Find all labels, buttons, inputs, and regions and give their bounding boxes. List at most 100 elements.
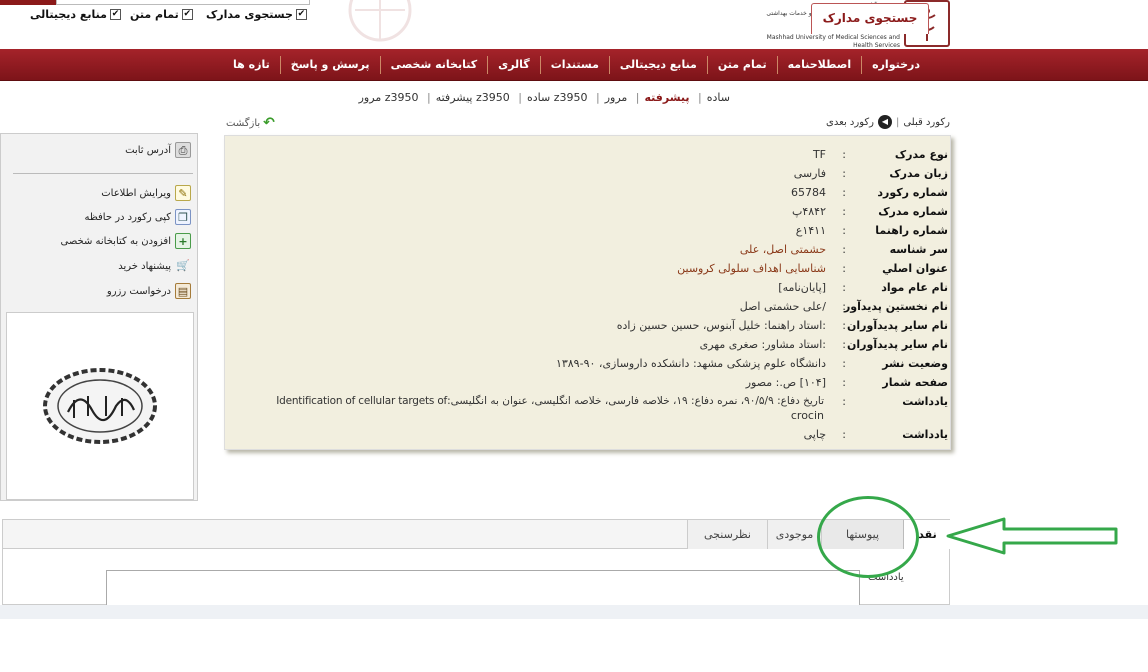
checkbox-icon[interactable]: ✔ <box>295 9 307 20</box>
copy-record-label: کپی رکورد در حافظه <box>84 211 171 223</box>
title-link[interactable]: شناسایی اهداف سلولی کروسین <box>256 262 826 275</box>
field-label: شماره راهنما <box>875 224 948 237</box>
annotation-arrow-icon <box>946 517 1118 555</box>
search-input[interactable] <box>56 0 310 5</box>
checkbox-full-text[interactable]: ✔ تمام متن <box>130 8 193 21</box>
record-cover-image <box>6 312 194 500</box>
prev-record-link[interactable]: رکورد قبلی <box>903 117 950 128</box>
record-row-note: يادداشت : تاریخ دفاع: ۹۰/۵/۹، نمره دفاع:… <box>225 395 952 427</box>
edit-record-label: ویرایش اطلاعات <box>101 187 171 199</box>
checkbox-icon[interactable]: ✔ <box>109 9 121 20</box>
subnav-z3950-simple[interactable]: z3950 ساده <box>527 91 588 104</box>
field-colon: : <box>842 376 846 389</box>
author-link[interactable]: حشمتی اصل، علی <box>256 243 826 256</box>
field-label: نوع مدرک <box>894 148 948 161</box>
subnav-browse[interactable]: مرور <box>605 91 628 104</box>
field-colon: : <box>842 224 846 237</box>
tab-stock[interactable]: موجودی <box>767 520 821 549</box>
field-value: فارسی <box>793 167 826 180</box>
permalink-link[interactable]: ⎙ آدرس ثابت <box>125 142 191 158</box>
field-colon: : <box>842 428 846 441</box>
copy-record-link[interactable]: ❐ کپی رکورد در حافظه <box>84 209 191 225</box>
subnav-separator: | <box>635 91 640 104</box>
checkbox-icon[interactable]: ✔ <box>181 9 193 20</box>
record-row-document-number: شماره مدرک : ۴۸۴۲پ <box>225 205 952 224</box>
back-arrow-icon: ↶ <box>263 115 275 131</box>
permalink-label: آدرس ثابت <box>125 144 171 156</box>
field-label: صفحه شمار <box>882 376 948 389</box>
subnav-separator: | <box>698 91 702 104</box>
next-record-arrow-icon[interactable]: ◀ <box>877 115 892 129</box>
reserve-book-icon: ▤ <box>175 283 191 299</box>
copy-document-icon: ❐ <box>175 209 191 225</box>
nav-item-gallery[interactable]: گالری <box>487 56 540 74</box>
field-value: 65784 <box>791 186 826 199</box>
field-value: [۱۰۴] ص.: مصور <box>745 376 826 389</box>
field-value: [پایان‌نامه] <box>778 281 826 294</box>
edit-record-link[interactable]: ✎ ویرایش اطلاعات <box>101 185 191 201</box>
field-label: زبان مدرک <box>889 167 948 180</box>
subnav-separator: | <box>595 91 600 104</box>
nav-item-faq[interactable]: پرسش و پاسخ <box>279 56 380 74</box>
record-row-main-entry: سر شناسه : حشمتی اصل، علی <box>225 243 952 262</box>
record-row-title: عنوان اصلي : شناسایی اهداف سلولی کروسین <box>225 262 952 281</box>
subnav-z3950-browse[interactable]: z3950 مرور <box>359 91 419 104</box>
checkbox-digital-resources[interactable]: ✔ منابع دیجیتالی <box>30 8 121 21</box>
next-record-link[interactable]: رکورد بعدی <box>826 117 874 128</box>
main-navbar: درختواره اصطلاحنامه تمام متن منابع دیجیت… <box>0 49 1148 81</box>
field-value: /علی حشمتی اصل <box>739 300 826 313</box>
purchase-suggestion-label: پیشنهاد خرید <box>118 260 171 272</box>
subnav-z3950-advanced[interactable]: z3950 پیشرفته <box>436 91 510 104</box>
reserve-request-link[interactable]: ▤ درخواست رزرو <box>107 283 191 299</box>
field-label: نام نخستين پديدآور <box>843 300 948 313</box>
back-link[interactable]: بازگشت ↶ <box>226 115 275 131</box>
nav-item-thesaurus[interactable]: اصطلاحنامه <box>776 56 862 74</box>
tab-survey[interactable]: نظرسنجی <box>687 520 767 549</box>
nav-item-tree[interactable]: درختواره <box>861 56 930 74</box>
field-label: نام عام مواد <box>881 281 948 294</box>
checkbox-label: جستجوی مدارک <box>206 8 293 21</box>
record-row-other-authors: نام ساير پديدآوران : :استاد راهنما: خلیل… <box>225 319 952 338</box>
nav-item-authorities[interactable]: مستندات <box>539 56 609 74</box>
record-row-publication: وضعيت نشر : دانشگاه علوم پزشکی مشهد: دان… <box>225 357 952 376</box>
purchase-suggestion-link[interactable]: 🛒 پیشنهاد خرید <box>118 258 191 274</box>
subnav-separator: | <box>518 91 522 104</box>
field-value: TF <box>812 148 826 161</box>
header: ✔ جستجوی مدارک ✔ تمام متن ✔ منابع دیجیتا… <box>0 0 1148 52</box>
field-colon: : <box>842 205 846 218</box>
print-icon: ⎙ <box>175 142 191 158</box>
record-nav-separator: | <box>895 116 900 128</box>
nav-item-personal-library[interactable]: کتابخانه شخصی <box>379 56 488 74</box>
add-to-library-link[interactable]: + افزودن به کتابخانه شخصی <box>61 233 191 249</box>
calligraphy-seal-icon <box>43 368 157 444</box>
edit-pencil-icon: ✎ <box>175 185 191 201</box>
field-value: :استاد راهنما: خلیل آبنوس، حسین حسین زاد… <box>616 319 826 332</box>
nav-item-fulltext[interactable]: تمام متن <box>706 56 777 74</box>
watermark-emblem-icon <box>348 0 412 42</box>
record-row-call-number: شماره راهنما : ۱۴۱۱ع <box>225 224 952 243</box>
field-colon: : <box>842 167 846 180</box>
nav-item-search-documents[interactable]: جستجوی مدارک <box>811 3 929 34</box>
field-value-continued: crocin <box>790 409 824 422</box>
field-value: چاپی <box>803 428 826 441</box>
notes-textarea[interactable] <box>106 570 860 610</box>
field-label: نام ساير پديدآوران <box>847 319 948 332</box>
field-colon: : <box>842 262 846 275</box>
subnav-simple[interactable]: ساده <box>707 91 730 104</box>
record-row-record-number: شماره رکورد : 65784 <box>225 186 952 205</box>
field-label: عنوان اصلي <box>882 262 948 275</box>
field-colon: : <box>842 357 846 370</box>
nav-item-new-items[interactable]: تازه ها <box>223 56 280 74</box>
add-to-library-label: افزودن به کتابخانه شخصی <box>60 235 171 247</box>
field-value: دانشگاه علوم پزشکی مشهد: دانشکده داروساز… <box>555 357 826 370</box>
nav-item-digital-resources[interactable]: منابع دیجیتالی <box>608 56 707 74</box>
field-label: يادداشت <box>902 395 948 408</box>
subnav-advanced[interactable]: پیشرفته <box>645 91 690 104</box>
field-value: ۱۴۱۱ع <box>795 224 826 237</box>
top-left-accent <box>0 0 56 5</box>
record-row-material-type: نام عام مواد : [پایان‌نامه] <box>225 281 952 300</box>
field-value: تاریخ دفاع: ۹۰/۵/۹، نمره دفاع: ۱۹، خلاصه… <box>276 395 824 407</box>
record-navigation: رکورد بعدی ◀ | رکورد قبلی <box>820 115 950 129</box>
checkbox-search-documents[interactable]: ✔ جستجوی مدارک <box>206 8 307 21</box>
field-colon: : <box>842 243 846 256</box>
